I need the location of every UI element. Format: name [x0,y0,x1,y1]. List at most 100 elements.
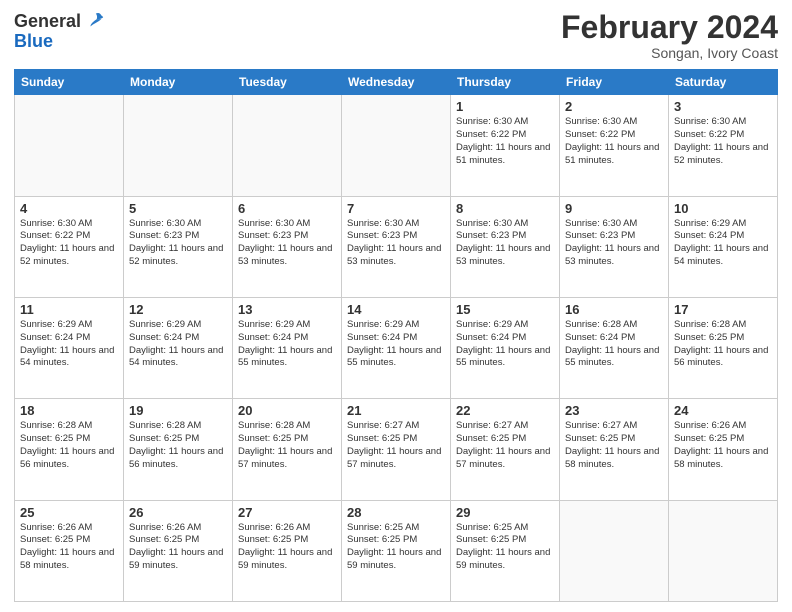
day-info: Sunrise: 6:28 AM Sunset: 6:25 PM Dayligh… [129,420,227,471]
title-section: February 2024 Songan, Ivory Coast [561,10,778,61]
day-number: 1 [456,99,554,114]
calendar-cell [15,95,124,196]
day-info: Sunrise: 6:28 AM Sunset: 6:24 PM Dayligh… [565,319,663,370]
day-info: Sunrise: 6:30 AM Sunset: 6:22 PM Dayligh… [565,116,663,167]
calendar-cell: 29 Sunrise: 6:25 AM Sunset: 6:25 PM Dayli… [451,500,560,601]
header: General Blue February 2024 Songan, Ivory… [14,10,778,61]
calendar-cell: 21 Sunrise: 6:27 AM Sunset: 6:25 PM Dayli… [342,399,451,500]
calendar-day-header: Thursday [451,70,560,95]
calendar-header-row: SundayMondayTuesdayWednesdayThursdayFrid… [15,70,778,95]
day-info: Sunrise: 6:26 AM Sunset: 6:25 PM Dayligh… [129,522,227,573]
day-info: Sunrise: 6:27 AM Sunset: 6:25 PM Dayligh… [347,420,445,471]
day-info: Sunrise: 6:29 AM Sunset: 6:24 PM Dayligh… [456,319,554,370]
day-info: Sunrise: 6:29 AM Sunset: 6:24 PM Dayligh… [129,319,227,370]
day-info: Sunrise: 6:29 AM Sunset: 6:24 PM Dayligh… [347,319,445,370]
day-number: 17 [674,302,772,317]
calendar-cell: 12 Sunrise: 6:29 AM Sunset: 6:24 PM Dayli… [124,297,233,398]
day-number: 12 [129,302,227,317]
day-info: Sunrise: 6:28 AM Sunset: 6:25 PM Dayligh… [238,420,336,471]
calendar-cell: 15Sunrise: 6:29 AM Sunset: 6:24 PM Dayli… [451,297,560,398]
day-number: 23 [565,403,663,418]
day-info: Sunrise: 6:29 AM Sunset: 6:24 PM Dayligh… [238,319,336,370]
day-number: 10 [674,201,772,216]
day-number: 24 [674,403,772,418]
calendar-cell: 23Sunrise: 6:27 AM Sunset: 6:25 PM Dayli… [560,399,669,500]
day-number: 7 [347,201,445,216]
subtitle: Songan, Ivory Coast [561,45,778,61]
calendar-day-header: Friday [560,70,669,95]
calendar-cell: 17Sunrise: 6:28 AM Sunset: 6:25 PM Dayli… [669,297,778,398]
calendar-cell: 20Sunrise: 6:28 AM Sunset: 6:25 PM Dayli… [233,399,342,500]
calendar-cell: 3 Sunrise: 6:30 AM Sunset: 6:22 PM Daylig… [669,95,778,196]
day-info: Sunrise: 6:26 AM Sunset: 6:25 PM Dayligh… [238,522,336,573]
calendar-cell: 13Sunrise: 6:29 AM Sunset: 6:24 PM Dayli… [233,297,342,398]
day-number: 29 [456,505,554,520]
day-info: Sunrise: 6:29 AM Sunset: 6:24 PM Dayligh… [20,319,118,370]
day-number: 26 [129,505,227,520]
calendar-cell: 2 Sunrise: 6:30 AM Sunset: 6:22 PM Daylig… [560,95,669,196]
calendar-cell: 27 Sunrise: 6:26 AM Sunset: 6:25 PM Dayli… [233,500,342,601]
day-info: Sunrise: 6:25 AM Sunset: 6:25 PM Dayligh… [456,522,554,573]
day-info: Sunrise: 6:30 AM Sunset: 6:22 PM Dayligh… [20,218,118,269]
calendar-cell [233,95,342,196]
calendar-cell: 19 Sunrise: 6:28 AM Sunset: 6:25 PM Dayli… [124,399,233,500]
day-number: 19 [129,403,227,418]
day-number: 28 [347,505,445,520]
day-number: 9 [565,201,663,216]
calendar-cell [669,500,778,601]
day-info: Sunrise: 6:30 AM Sunset: 6:23 PM Dayligh… [129,218,227,269]
calendar-table: SundayMondayTuesdayWednesdayThursdayFrid… [14,69,778,602]
day-number: 16 [565,302,663,317]
calendar-day-header: Tuesday [233,70,342,95]
calendar-day-header: Sunday [15,70,124,95]
calendar-cell: 28Sunrise: 6:25 AM Sunset: 6:25 PM Dayli… [342,500,451,601]
calendar-cell: 18Sunrise: 6:28 AM Sunset: 6:25 PM Dayli… [15,399,124,500]
day-info: Sunrise: 6:26 AM Sunset: 6:25 PM Dayligh… [20,522,118,573]
day-info: Sunrise: 6:27 AM Sunset: 6:25 PM Dayligh… [456,420,554,471]
main-title: February 2024 [561,10,778,45]
calendar-cell: 9 Sunrise: 6:30 AM Sunset: 6:23 PM Daylig… [560,196,669,297]
calendar-week-row: 11 Sunrise: 6:29 AM Sunset: 6:24 PM Dayli… [15,297,778,398]
calendar-cell [124,95,233,196]
day-number: 14 [347,302,445,317]
calendar-cell [560,500,669,601]
calendar-cell: 16 Sunrise: 6:28 AM Sunset: 6:24 PM Dayli… [560,297,669,398]
calendar-day-header: Saturday [669,70,778,95]
logo-general: General [14,12,81,30]
page: General Blue February 2024 Songan, Ivory… [0,0,792,612]
calendar-cell: 7 Sunrise: 6:30 AM Sunset: 6:23 PM Daylig… [342,196,451,297]
day-number: 27 [238,505,336,520]
logo-blue: Blue [14,32,53,50]
calendar-day-header: Monday [124,70,233,95]
calendar-cell: 14 Sunrise: 6:29 AM Sunset: 6:24 PM Dayli… [342,297,451,398]
calendar-cell: 6 Sunrise: 6:30 AM Sunset: 6:23 PM Daylig… [233,196,342,297]
day-info: Sunrise: 6:30 AM Sunset: 6:23 PM Dayligh… [456,218,554,269]
day-number: 25 [20,505,118,520]
calendar-cell: 5Sunrise: 6:30 AM Sunset: 6:23 PM Daylig… [124,196,233,297]
calendar-cell: 26 Sunrise: 6:26 AM Sunset: 6:25 PM Dayli… [124,500,233,601]
calendar-week-row: 4 Sunrise: 6:30 AM Sunset: 6:22 PM Daylig… [15,196,778,297]
calendar-cell: 24 Sunrise: 6:26 AM Sunset: 6:25 PM Dayli… [669,399,778,500]
calendar-cell: 8Sunrise: 6:30 AM Sunset: 6:23 PM Daylig… [451,196,560,297]
day-number: 2 [565,99,663,114]
day-number: 11 [20,302,118,317]
day-number: 6 [238,201,336,216]
calendar-cell [342,95,451,196]
calendar-week-row: 18Sunrise: 6:28 AM Sunset: 6:25 PM Dayli… [15,399,778,500]
day-info: Sunrise: 6:30 AM Sunset: 6:22 PM Dayligh… [456,116,554,167]
day-info: Sunrise: 6:30 AM Sunset: 6:23 PM Dayligh… [347,218,445,269]
day-info: Sunrise: 6:26 AM Sunset: 6:25 PM Dayligh… [674,420,772,471]
calendar-cell: 4 Sunrise: 6:30 AM Sunset: 6:22 PM Daylig… [15,196,124,297]
day-info: Sunrise: 6:30 AM Sunset: 6:23 PM Dayligh… [238,218,336,269]
day-info: Sunrise: 6:30 AM Sunset: 6:22 PM Dayligh… [674,116,772,167]
day-number: 3 [674,99,772,114]
day-info: Sunrise: 6:29 AM Sunset: 6:24 PM Dayligh… [674,218,772,269]
calendar-cell: 10 Sunrise: 6:29 AM Sunset: 6:24 PM Dayli… [669,196,778,297]
calendar-cell: 11 Sunrise: 6:29 AM Sunset: 6:24 PM Dayli… [15,297,124,398]
day-number: 21 [347,403,445,418]
logo-bird-icon [83,10,105,32]
day-number: 4 [20,201,118,216]
day-number: 22 [456,403,554,418]
day-info: Sunrise: 6:30 AM Sunset: 6:23 PM Dayligh… [565,218,663,269]
calendar-cell: 25 Sunrise: 6:26 AM Sunset: 6:25 PM Dayli… [15,500,124,601]
